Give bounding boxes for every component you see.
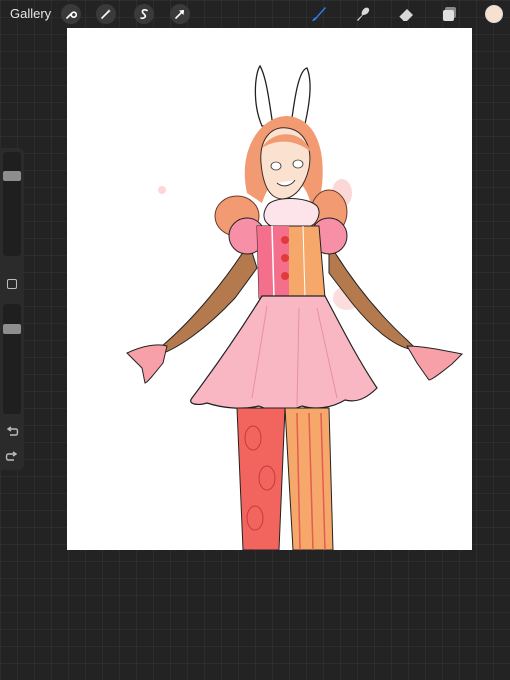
drawing-canvas[interactable] xyxy=(67,28,472,550)
opacity-slider[interactable] xyxy=(3,304,21,414)
undo-arrow-icon[interactable] xyxy=(5,426,19,438)
left-sidebar xyxy=(0,148,24,470)
opacity-thumb[interactable] xyxy=(3,324,21,334)
magic-wand-icon[interactable] xyxy=(96,4,116,24)
brush-size-thumb[interactable] xyxy=(3,171,21,181)
brush-icon[interactable] xyxy=(308,4,330,24)
brush-size-slider[interactable] xyxy=(3,152,21,256)
eraser-icon[interactable] xyxy=(395,4,417,24)
redo-arrow-icon[interactable] xyxy=(5,451,19,463)
transform-arrow-icon[interactable] xyxy=(170,4,190,24)
selection-icon[interactable] xyxy=(134,4,154,24)
color-picker-swatch[interactable] xyxy=(485,5,503,23)
layers-icon[interactable] xyxy=(439,4,461,24)
top-toolbar: Gallery xyxy=(0,0,510,28)
smudge-icon[interactable] xyxy=(352,4,374,24)
wrench-icon[interactable] xyxy=(61,4,81,24)
modify-button[interactable] xyxy=(7,279,17,289)
gallery-button[interactable]: Gallery xyxy=(10,6,51,21)
artwork-illustration xyxy=(126,64,464,550)
